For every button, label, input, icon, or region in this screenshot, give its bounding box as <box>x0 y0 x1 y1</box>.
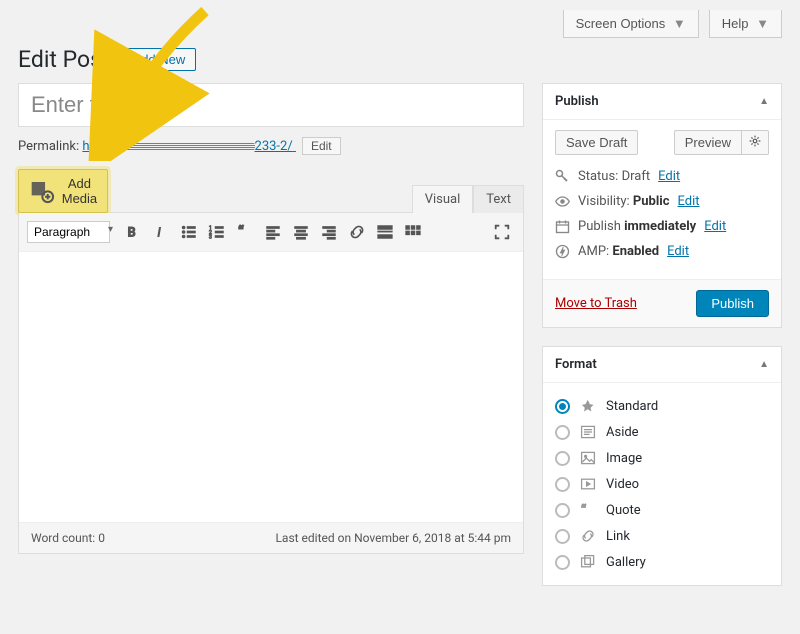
align-center-button[interactable] <box>288 219 314 245</box>
toolbar-toggle-button[interactable] <box>400 219 426 245</box>
tab-visual[interactable]: Visual <box>412 185 474 213</box>
status-line: Status: Draft Edit <box>555 169 769 184</box>
quote-icon: “ <box>580 502 596 518</box>
chevron-down-icon: ▼ <box>673 16 686 31</box>
editor: Paragraph B I 123 “ Word co <box>18 212 524 554</box>
permalink-edit-button[interactable]: Edit <box>302 137 341 155</box>
format-label: Standard <box>606 399 658 414</box>
svg-text:3: 3 <box>209 234 212 240</box>
eye-icon <box>555 194 570 209</box>
radio-icon <box>555 425 570 440</box>
format-head[interactable]: Format ▲ <box>543 347 781 383</box>
add-new-button[interactable]: Add New <box>122 48 197 71</box>
post-title-input[interactable] <box>18 83 524 127</box>
help-label: Help <box>722 16 749 31</box>
numbered-list-button[interactable]: 123 <box>204 219 230 245</box>
format-label: Gallery <box>606 555 646 570</box>
add-media-label: Add Media <box>62 176 97 206</box>
format-label: Video <box>606 477 639 492</box>
schedule-line: Publish immediately Edit <box>555 219 769 234</box>
word-count: Word count: 0 <box>31 531 105 545</box>
publish-metabox: Publish ▲ Save Draft Preview Status: Dra… <box>542 83 782 328</box>
format-option-link[interactable]: Link <box>555 523 769 549</box>
visibility-line: Visibility: Public Edit <box>555 194 769 209</box>
status-edit-link[interactable]: Edit <box>658 169 680 184</box>
media-icon <box>29 178 56 205</box>
redacted-url-segment <box>125 143 255 150</box>
format-option-standard[interactable]: Standard <box>555 393 769 419</box>
permalink-link[interactable]: https://233-2/ <box>82 139 296 154</box>
format-option-quote[interactable]: “ Quote <box>555 497 769 523</box>
format-label: Aside <box>606 425 639 440</box>
radio-icon <box>555 399 570 414</box>
amp-icon <box>555 244 570 259</box>
publish-button[interactable]: Publish <box>696 290 769 317</box>
radio-icon <box>555 555 570 570</box>
format-title: Format <box>555 357 597 372</box>
gallery-icon <box>580 554 596 570</box>
schedule-edit-link[interactable]: Edit <box>704 219 726 234</box>
format-option-gallery[interactable]: Gallery <box>555 549 769 575</box>
pin-icon <box>580 398 596 414</box>
chevron-up-icon: ▲ <box>759 359 769 370</box>
radio-icon <box>555 451 570 466</box>
align-left-button[interactable] <box>260 219 286 245</box>
align-right-button[interactable] <box>316 219 342 245</box>
publish-head[interactable]: Publish ▲ <box>543 84 781 120</box>
read-more-button[interactable] <box>372 219 398 245</box>
editor-toolbar: Paragraph B I 123 “ <box>19 213 523 252</box>
radio-icon <box>555 503 570 518</box>
svg-text:“: “ <box>581 502 587 518</box>
amp-edit-link[interactable]: Edit <box>667 244 689 259</box>
italic-button[interactable]: I <box>148 219 174 245</box>
format-option-video[interactable]: Video <box>555 471 769 497</box>
aside-icon <box>580 424 596 440</box>
add-media-button[interactable]: Add Media <box>18 169 108 213</box>
svg-text:I: I <box>157 226 161 241</box>
radio-icon <box>555 529 570 544</box>
image-icon <box>580 450 596 466</box>
format-label: Link <box>606 529 630 544</box>
format-label: Image <box>606 451 642 466</box>
link-icon <box>580 528 596 544</box>
move-to-trash-link[interactable]: Move to Trash <box>555 296 637 311</box>
last-edited: Last edited on November 6, 2018 at 5:44 … <box>275 531 511 545</box>
preview-button[interactable]: Preview <box>674 130 742 155</box>
bullet-list-button[interactable] <box>176 219 202 245</box>
page-title: Edit Post <box>18 46 110 73</box>
format-label: Quote <box>606 503 641 518</box>
bold-button[interactable]: B <box>120 219 146 245</box>
chevron-down-icon: ▼ <box>756 16 769 31</box>
gear-icon <box>749 135 761 147</box>
svg-text:“: “ <box>238 223 245 241</box>
link-button[interactable] <box>344 219 370 245</box>
permalink-row: Permalink: https://233-2/ Edit <box>18 137 524 155</box>
format-option-aside[interactable]: Aside <box>555 419 769 445</box>
screen-options-button[interactable]: Screen Options ▼ <box>563 10 699 38</box>
format-select[interactable]: Paragraph <box>27 221 110 243</box>
fullscreen-button[interactable] <box>489 219 515 245</box>
key-icon <box>555 169 570 184</box>
svg-text:B: B <box>128 226 136 241</box>
calendar-icon <box>555 219 570 234</box>
tab-text[interactable]: Text <box>473 185 524 213</box>
editor-canvas[interactable] <box>19 252 523 522</box>
screen-options-label: Screen Options <box>576 16 666 31</box>
blockquote-button[interactable]: “ <box>232 219 258 245</box>
radio-icon <box>555 477 570 492</box>
format-metabox: Format ▲ Standard Aside Image Video “ Quote Li… <box>542 346 782 586</box>
format-option-image[interactable]: Image <box>555 445 769 471</box>
permalink-label: Permalink: <box>18 139 79 154</box>
amp-line: AMP: Enabled Edit <box>555 244 769 259</box>
visibility-edit-link[interactable]: Edit <box>678 194 700 209</box>
publish-title: Publish <box>555 94 599 109</box>
save-draft-button[interactable]: Save Draft <box>555 130 638 155</box>
chevron-up-icon: ▲ <box>759 96 769 107</box>
preview-options-button[interactable] <box>742 130 769 155</box>
help-button[interactable]: Help ▼ <box>709 10 782 38</box>
video-icon <box>580 476 596 492</box>
